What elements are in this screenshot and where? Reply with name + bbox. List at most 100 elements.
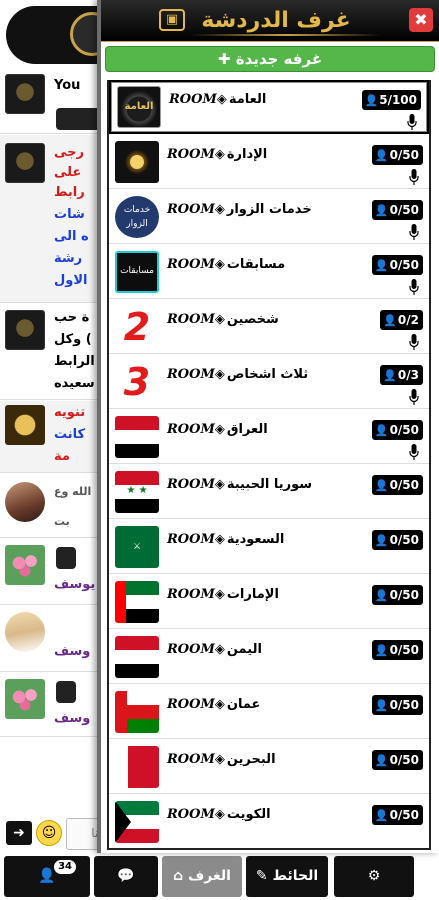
room-word: ROOM◈ xyxy=(167,367,225,382)
message-text: وكل ( xyxy=(54,332,92,347)
gear-icon: ⚙ xyxy=(367,868,381,884)
room-item[interactable]: 3 ROOM◈ ثلاث اشخاص 👤0/3 xyxy=(109,355,429,409)
room-name: شخصين xyxy=(226,312,279,327)
room-word: ROOM◈ xyxy=(167,752,225,767)
room-count-badge: 👤0/50 xyxy=(371,475,423,495)
room-item[interactable]: ⚔ ROOM◈ السعودية 👤0/50 xyxy=(109,520,429,574)
room-name: سوريا الحبيبة xyxy=(226,477,313,492)
thumbnail-text: 3 xyxy=(123,361,151,403)
room-thumbnail: 2 xyxy=(115,306,159,348)
user-avatar[interactable] xyxy=(5,143,45,183)
room-word: ROOM◈ xyxy=(167,532,225,547)
message-text: رشة xyxy=(54,251,83,266)
room-item[interactable]: ★ ★ ROOM◈ سوريا الحبيبة 👤0/50 xyxy=(109,465,429,519)
user-avatar[interactable] xyxy=(5,545,45,585)
user-icon: 👤 xyxy=(374,589,389,602)
new-room-button[interactable]: ✚ غرفه جديدة xyxy=(105,46,435,72)
chat-message: وسف xyxy=(0,606,110,672)
message-text: على xyxy=(54,165,82,180)
user-avatar[interactable] xyxy=(5,482,45,522)
room-name-line: ROOM◈ ثلاث اشخاص xyxy=(167,367,308,382)
room-count-badge: 👤0/50 xyxy=(371,145,423,165)
room-item[interactable]: خدمات الزوار ROOM◈ خدمات الزوار 👤0/50 xyxy=(109,190,429,244)
user-icon: 👤 xyxy=(374,754,389,767)
yemen-flag-thumbnail xyxy=(115,636,159,678)
iraq-flag-thumbnail xyxy=(115,416,159,458)
chat-header-logo xyxy=(0,0,156,68)
users-button[interactable]: 👤 34 xyxy=(4,856,90,897)
room-name-line: ROOM◈ مسابقات xyxy=(167,257,285,272)
room-count: 0/50 xyxy=(389,258,419,272)
chat-message: يوسف xyxy=(0,539,110,605)
room-item[interactable]: مسابقات ROOM◈ مسابقات 👤0/50 xyxy=(109,245,429,299)
room-name: مسابقات xyxy=(226,257,286,272)
chat-message: You xyxy=(0,70,110,134)
mic-icon xyxy=(409,334,419,350)
settings-button[interactable]: ⚙ xyxy=(334,856,414,897)
wall-button[interactable]: ✎ الحائط xyxy=(246,856,328,897)
user-icon: 👤 xyxy=(374,534,389,547)
room-count: 0/50 xyxy=(389,588,419,602)
room-count: 0/50 xyxy=(389,148,419,162)
room-item[interactable]: ROOM◈ عمان 👤0/50 xyxy=(109,685,429,739)
user-icon: 👤 xyxy=(383,314,397,327)
room-count-badge: 👤0/50 xyxy=(371,750,423,770)
room-count: 0/50 xyxy=(389,643,419,657)
message-text: الرابط xyxy=(54,354,95,369)
user-icon: 👤 xyxy=(374,204,389,217)
user-icon: 👤 xyxy=(374,644,389,657)
mic-icon xyxy=(409,169,419,185)
room-item[interactable]: ROOM◈ اليمن 👤0/50 xyxy=(109,630,429,684)
room-item[interactable]: ROOM◈ الكويت 👤0/50 xyxy=(109,795,429,848)
emoji-button[interactable]: ☺ xyxy=(36,820,62,846)
room-item[interactable]: ROOM◈ العراق 👤0/50 xyxy=(109,410,429,464)
message-text: مة xyxy=(54,449,70,464)
user-avatar[interactable] xyxy=(5,612,45,652)
room-thumbnail: 3 xyxy=(115,361,159,403)
room-name-line: ROOM◈ خدمات الزوار xyxy=(167,202,312,217)
room-name: الإدارة xyxy=(226,147,268,162)
room-count-badge: 👤0/50 xyxy=(371,530,423,550)
room-name-line: ROOM◈ سوريا الحبيبة xyxy=(167,477,312,492)
room-count-badge: 👤0/50 xyxy=(371,255,423,275)
room-name-line: ROOM◈ العامة xyxy=(169,92,266,107)
room-thumbnail xyxy=(115,141,159,183)
user-icon: 👤 xyxy=(364,94,379,107)
bahrain-flag-thumbnail xyxy=(115,746,159,788)
room-item[interactable]: 2 ROOM◈ شخصين 👤0/2 xyxy=(109,300,429,354)
oman-flag-thumbnail xyxy=(115,691,159,733)
room-item[interactable]: ROOM◈ البحرين 👤0/50 xyxy=(109,740,429,794)
bottom-nav: 👤 34 💬 ⌂ الغرف ✎ الحائط ⚙ xyxy=(0,853,439,900)
user-icon: 👤 xyxy=(374,149,389,162)
message-text: وسف xyxy=(54,644,91,659)
room-word: ROOM◈ xyxy=(167,697,225,712)
user-avatar[interactable] xyxy=(5,405,45,445)
room-item[interactable]: العامة ROOM◈ العامة 👤5/100 xyxy=(109,80,429,134)
rooms-button[interactable]: ⌂ الغرف xyxy=(162,856,242,897)
message-text: ه الى xyxy=(54,229,89,244)
send-button[interactable]: ➜ xyxy=(6,821,32,845)
chat-message: الله وع بت xyxy=(0,474,110,538)
room-thumbnail: العامة xyxy=(117,86,161,128)
user-icon: 👤 xyxy=(374,479,389,492)
room-name-line: ROOM◈ السعودية xyxy=(167,532,284,547)
room-name-line: ROOM◈ شخصين xyxy=(167,312,279,327)
room-count: 0/50 xyxy=(389,753,419,767)
room-word: ROOM◈ xyxy=(167,257,225,272)
user-avatar[interactable] xyxy=(5,74,45,114)
kuwait-flag-thumbnail xyxy=(115,801,159,843)
close-button[interactable]: ✖ xyxy=(409,8,433,32)
chat-message: ة حب وكل ( الرابط سعيده xyxy=(0,304,110,400)
message-text: تنويه xyxy=(54,405,86,420)
message-badge xyxy=(56,681,76,703)
room-item[interactable]: ROOM◈ الإدارة 👤0/50 xyxy=(109,135,429,189)
user-icon: 👤 xyxy=(374,809,389,822)
mic-icon xyxy=(407,114,417,130)
private-messages-button[interactable]: 💬 xyxy=(94,856,158,897)
user-avatar[interactable] xyxy=(5,310,45,350)
room-word: ROOM◈ xyxy=(167,587,225,602)
room-item[interactable]: ROOM◈ الإمارات 👤0/50 xyxy=(109,575,429,629)
message-text: ة حب xyxy=(54,310,90,325)
user-icon: 👤 xyxy=(374,259,389,272)
user-avatar[interactable] xyxy=(5,679,45,719)
